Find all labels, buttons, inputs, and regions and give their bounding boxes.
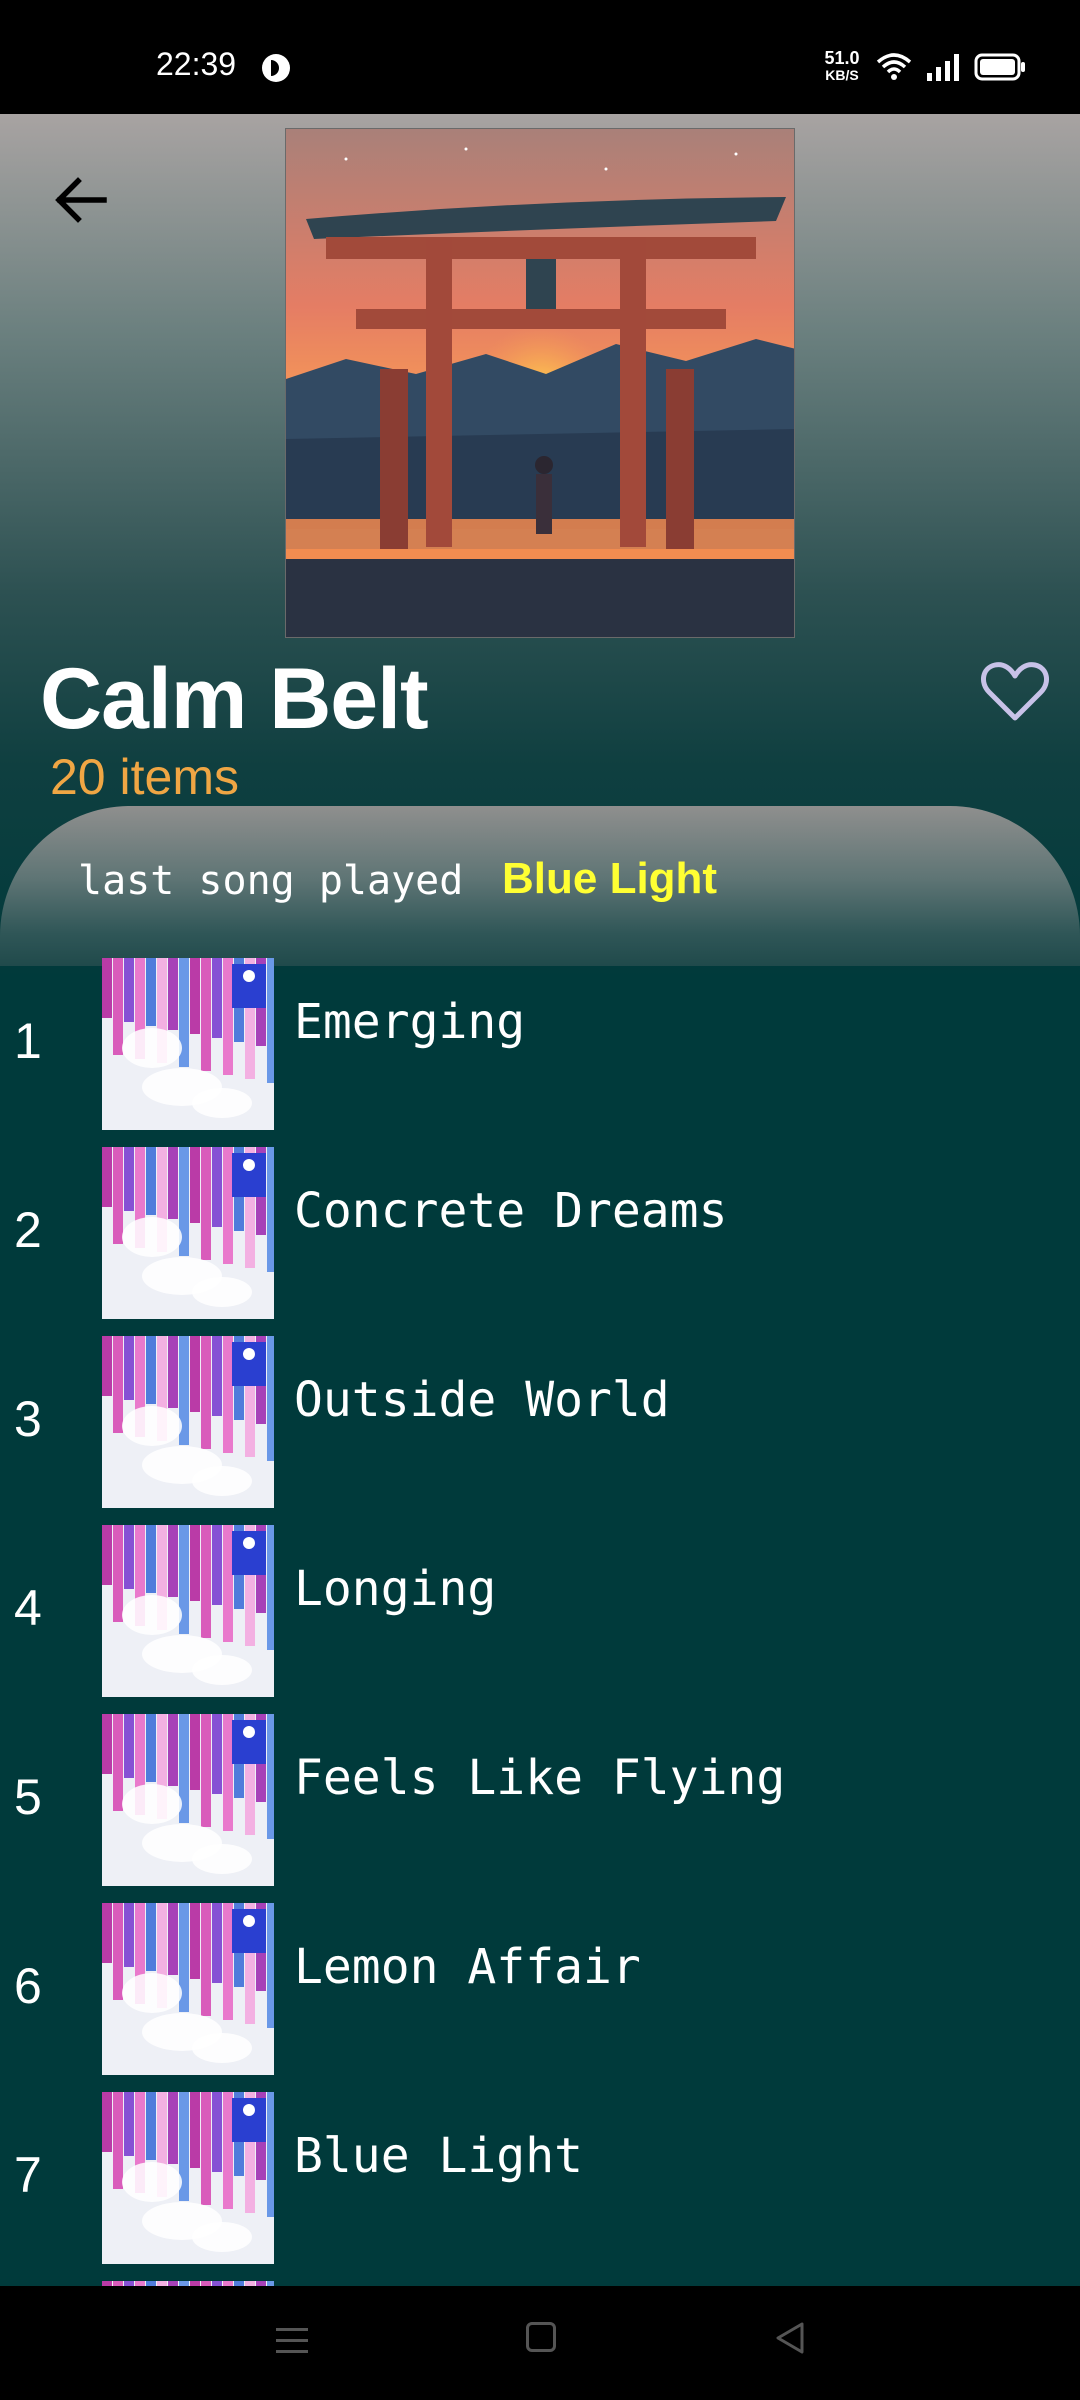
nav-back-button[interactable] [770,2318,810,2358]
song-title: Concrete Dreams [294,1183,728,1239]
song-number: 6 [14,1958,42,2014]
playlist-title: Calm Belt [40,651,429,747]
arrow-left-icon [55,177,107,223]
system-nav-bar [0,2286,1080,2400]
song-title: Feels Like Flying [294,1750,786,1806]
nav-home-button[interactable] [526,2322,556,2352]
song-number: 2 [14,1202,42,1258]
signal-icon [926,53,960,81]
song-row[interactable]: 7 Blue Light [0,2092,1080,2264]
back-button[interactable] [44,164,116,236]
network-speed-unit: KB/S [825,67,859,83]
notification-app-icon [262,54,290,82]
song-thumbnail [102,1336,274,1508]
last-played-banner[interactable]: last song played Blue Light [0,806,1080,966]
triangle-back-icon [776,2322,804,2354]
menu-icon [276,2328,308,2353]
song-number: 4 [14,1580,42,1636]
nav-recents-button[interactable] [272,2320,312,2360]
favorite-button[interactable] [978,654,1052,728]
song-row[interactable]: 6 Lemon Affair [0,1903,1080,2075]
network-speed-value: 51.0 [824,48,860,68]
status-bar: 22:39 51.0 KB/S [0,0,1080,114]
playlist-cover-image [285,128,795,638]
network-speed: 51.0 KB/S [818,48,866,84]
song-number: 1 [14,1013,42,1069]
song-thumbnail [102,958,274,1130]
song-row[interactable]: 2 Concrete Dreams [0,1147,1080,1319]
song-title: Outside World [294,1372,670,1428]
song-thumbnail [102,1714,274,1886]
playlist-item-count: 20 items [50,749,239,805]
song-number: 3 [14,1391,42,1447]
song-row[interactable]: 3 Outside World [0,1336,1080,1508]
song-title: Blue Light [294,2128,583,2184]
song-thumbnail [102,1525,274,1697]
song-number: 7 [14,2147,42,2203]
song-number: 5 [14,1769,42,1825]
song-title: Longing [294,1561,497,1617]
song-title: Lemon Affair [294,1939,641,1995]
battery-icon [974,53,1026,81]
song-title: Emerging [294,994,526,1050]
song-row[interactable]: 1 Emerging [0,958,1080,1130]
status-icons [876,52,1026,82]
wifi-icon [876,52,912,82]
heart-outline-icon [981,662,1049,721]
song-thumbnail [102,1147,274,1319]
song-row[interactable]: 5 Feels Like Flying [0,1714,1080,1886]
status-time: 22:39 [156,46,237,82]
song-thumbnail [102,2092,274,2264]
last-played-song[interactable]: Blue Light [502,854,717,904]
song-thumbnail [102,1903,274,2075]
playlist-screen: Calm Belt 20 items last song played Blue… [0,114,1080,2286]
song-row[interactable]: 4 Longing [0,1525,1080,1697]
last-played-label: last song played [78,858,464,904]
